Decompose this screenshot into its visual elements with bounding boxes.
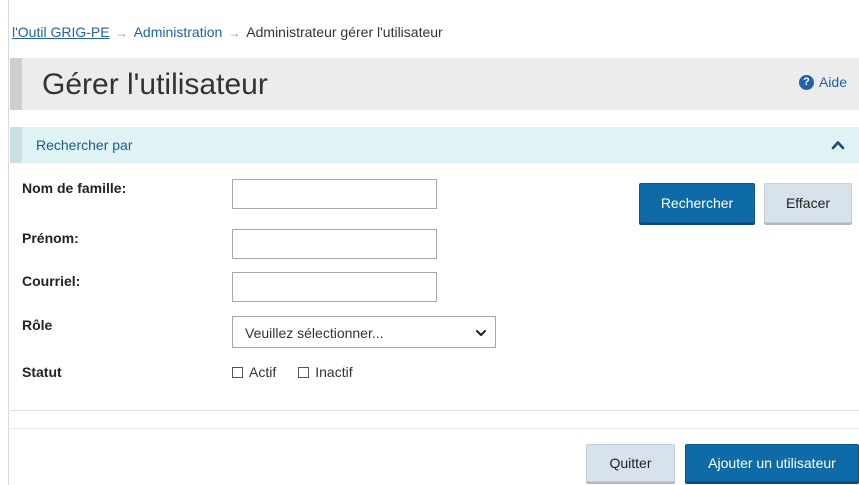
breadcrumb-separator-1: →	[115, 26, 128, 40]
search-panel-header[interactable]: Rechercher par	[10, 127, 859, 163]
breadcrumb-current: Administrateur gérer l'utilisateur	[246, 24, 443, 40]
help-label: Aide	[818, 74, 847, 90]
email-label: Courriel:	[22, 273, 81, 289]
breadcrumb-admin-link[interactable]: Administration	[134, 24, 223, 40]
breadcrumb: l'Outil GRIG-PE → Administration → Administr…	[12, 24, 443, 40]
status-options: Actif Inactif	[232, 364, 353, 380]
search-panel: Rechercher par Nom de famille: Prénom: C…	[10, 127, 859, 411]
active-checkbox-label: Actif	[249, 364, 277, 380]
first-name-input[interactable]	[232, 229, 437, 259]
chevron-up-icon[interactable]	[831, 138, 845, 152]
email-input[interactable]	[232, 272, 437, 302]
role-label: Rôle	[22, 317, 53, 333]
active-checkbox[interactable]	[232, 366, 243, 378]
help-link[interactable]: ? Aide	[798, 74, 847, 90]
breadcrumb-separator-2: →	[228, 26, 241, 40]
first-name-label: Prénom:	[22, 230, 79, 246]
add-user-button[interactable]: Ajouter un utilisateur	[685, 444, 859, 482]
last-name-input[interactable]	[232, 179, 437, 209]
role-select-value: Veuillez sélectionner...	[245, 325, 384, 341]
last-name-label: Nom de famille:	[22, 180, 127, 196]
search-button[interactable]: Rechercher	[639, 183, 755, 223]
clear-button[interactable]: Effacer	[764, 183, 852, 223]
breadcrumb-home-link[interactable]: l'Outil GRIG-PE	[12, 24, 110, 40]
page-title: Gérer l'utilisateur	[42, 68, 268, 101]
inactive-checkbox-label: Inactif	[315, 364, 353, 380]
page-title-bar: Gérer l'utilisateur ? Aide	[10, 58, 859, 110]
role-select[interactable]: Veuillez sélectionner...	[232, 316, 496, 348]
question-circle-icon: ?	[798, 74, 814, 90]
inactive-checkbox[interactable]	[298, 366, 310, 378]
search-panel-title: Rechercher par	[36, 137, 133, 153]
chevron-down-icon	[476, 330, 486, 336]
quit-button[interactable]: Quitter	[586, 444, 675, 482]
status-label: Statut	[22, 364, 62, 380]
footer-divider	[10, 428, 859, 429]
